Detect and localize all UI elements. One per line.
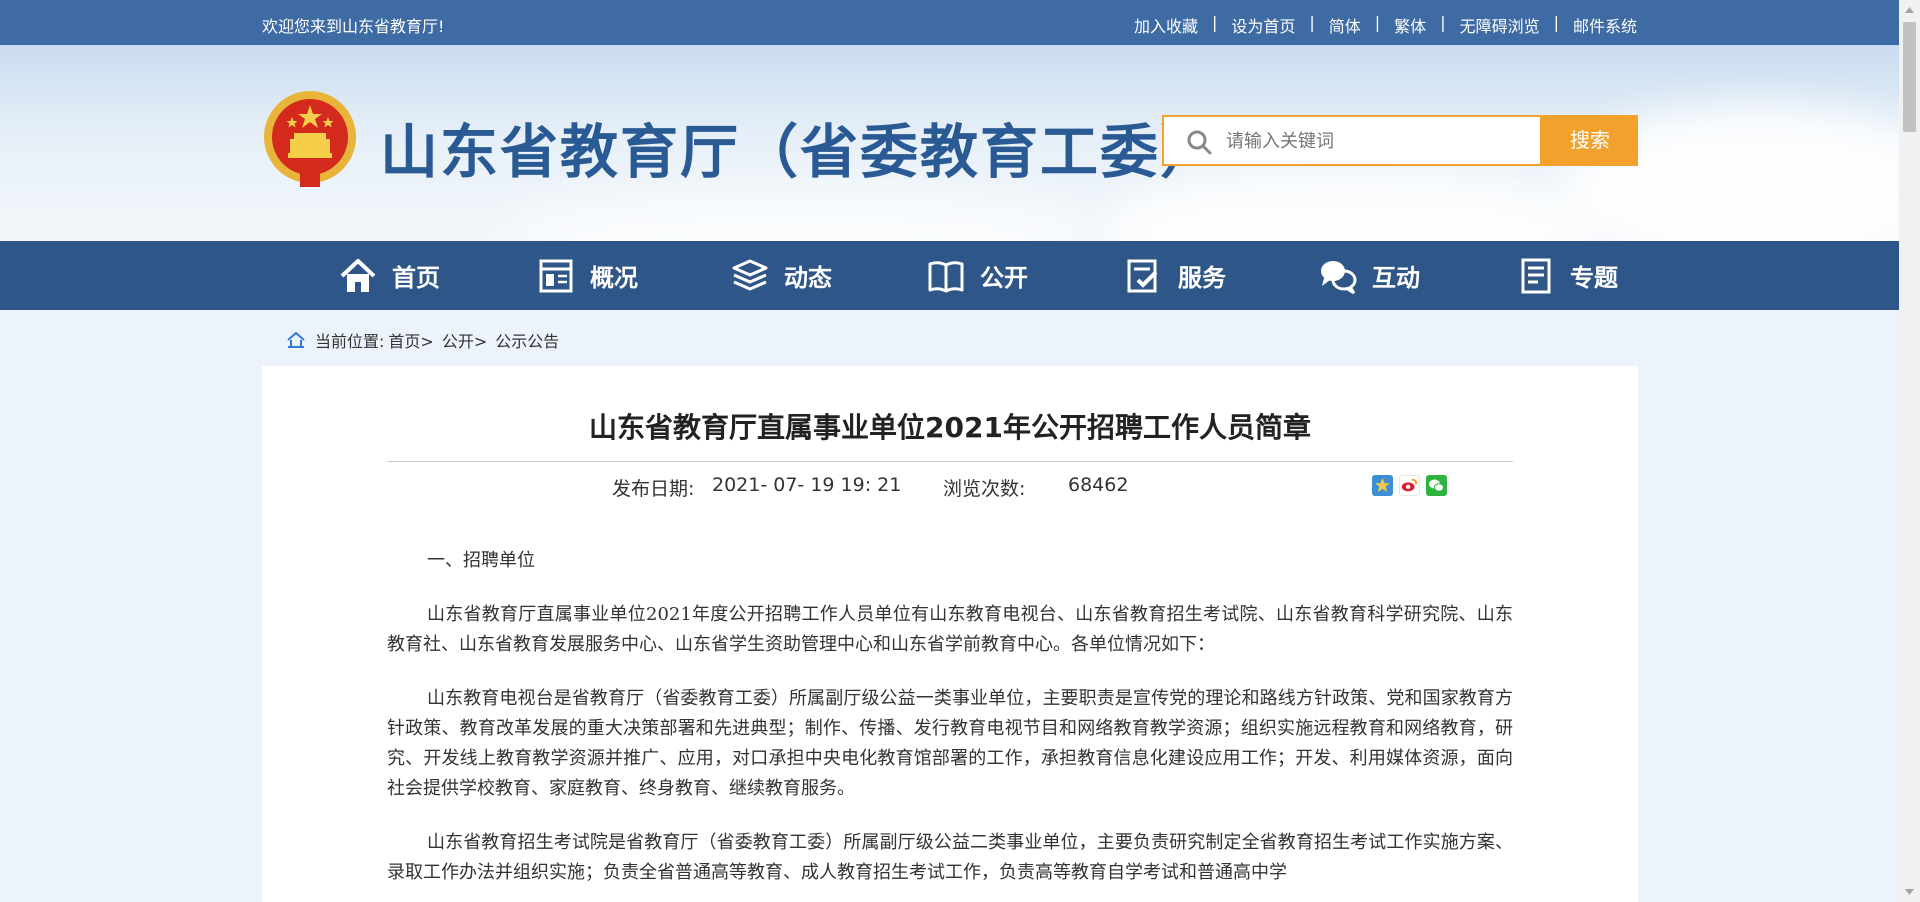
set-homepage-link[interactable]: 设为首页 — [1231, 13, 1295, 37]
main-nav: 首页 概况 动态 公开 服务 互动 专题 — [0, 241, 1899, 310]
service-icon — [1127, 259, 1158, 292]
nav-public[interactable]: 公开 — [926, 241, 1028, 310]
traditional-chinese-link[interactable]: 繁体 — [1394, 13, 1426, 37]
nav-topic[interactable]: 专题 — [1516, 241, 1618, 310]
breadcrumb-public[interactable]: 公开> — [442, 328, 487, 352]
article-paragraph: 山东教育电视台是省教育厅（省委教育工委）所属副厅级公益一类事业单位，主要职责是宣… — [387, 688, 1513, 799]
nav-label: 互动 — [1372, 264, 1420, 292]
nav-service[interactable]: 服务 — [1124, 241, 1226, 310]
mail-system-link[interactable]: 邮件系统 — [1573, 13, 1637, 37]
nav-label: 概况 — [590, 264, 638, 292]
nav-label: 服务 — [1178, 264, 1226, 292]
scroll-down-icon[interactable] — [1899, 881, 1920, 902]
chat-icon — [1321, 260, 1357, 294]
publish-date: 2021- 07- 19 19: 21 — [712, 474, 902, 496]
scrollbar-thumb[interactable] — [1903, 22, 1916, 132]
article-paragraph: 山东省教育招生考试院是省教育厅（省委教育工委）所属副厅级公益二类事业单位，主要负… — [387, 832, 1513, 883]
separator: | — [1309, 13, 1315, 32]
top-bar: 欢迎您来到山东省教育厅! 加入收藏 | 设为首页 | 简体 | 繁体 | 无障碍… — [0, 0, 1899, 45]
nav-label: 专题 — [1570, 264, 1618, 292]
scroll-up-icon[interactable] — [1899, 0, 1920, 21]
home-icon — [287, 332, 305, 348]
breadcrumb-home[interactable]: 首页> — [388, 328, 433, 352]
weibo-share-icon[interactable] — [1399, 475, 1420, 496]
qzone-share-icon[interactable] — [1372, 475, 1393, 496]
page-scrollbar[interactable] — [1899, 0, 1920, 902]
welcome-text: 欢迎您来到山东省教育厅! — [262, 17, 445, 36]
book-icon — [928, 260, 964, 292]
article-title: 山东省教育厅直属事业单位2021年公开招聘工作人员简章 — [589, 411, 1311, 444]
publish-date-label: 发布日期: — [612, 478, 695, 500]
site-title: 山东省教育厅（省委教育工委） — [380, 118, 1221, 186]
overview-icon — [539, 259, 573, 292]
nav-label: 首页 — [392, 264, 440, 292]
site-header: 山东省教育厅（省委教育工委） 搜索 — [0, 45, 1899, 241]
accessibility-link[interactable]: 无障碍浏览 — [1460, 13, 1540, 37]
nav-interaction[interactable]: 互动 — [1318, 241, 1420, 310]
topic-icon — [1521, 258, 1551, 293]
wechat-share-icon[interactable] — [1426, 475, 1447, 496]
breadcrumb-prefix: 当前位置: — [315, 332, 385, 351]
nav-label: 动态 — [784, 264, 832, 292]
national-emblem-icon[interactable] — [262, 87, 358, 191]
article-container: 山东省教育厅直属事业单位2021年公开招聘工作人员简章 发布日期: 2021- … — [262, 366, 1638, 902]
simplified-chinese-link[interactable]: 简体 — [1329, 13, 1361, 37]
separator: | — [1440, 13, 1446, 32]
add-favorite-link[interactable]: 加入收藏 — [1134, 13, 1198, 37]
nav-news[interactable]: 动态 — [730, 241, 832, 310]
cloud-decoration — [500, 185, 1100, 241]
views-label: 浏览次数: — [943, 478, 1026, 500]
separator: | — [1374, 13, 1381, 32]
search-input[interactable] — [1226, 125, 1526, 157]
home-icon — [340, 258, 376, 292]
separator: | — [1211, 13, 1218, 32]
nav-home[interactable]: 首页 — [338, 241, 440, 310]
separator: | — [1553, 13, 1559, 32]
news-icon — [732, 259, 768, 290]
views-count: 68462 — [1068, 474, 1129, 496]
nav-label: 公开 — [980, 264, 1028, 292]
search-box — [1162, 115, 1542, 166]
breadcrumb-announcements[interactable]: 公示公告 — [495, 328, 559, 352]
search-icon — [1187, 130, 1212, 155]
article-paragraph: 一、招聘单位 — [427, 550, 535, 571]
share-icons — [1372, 475, 1447, 496]
article-body: 一、招聘单位 山东省教育厅直属事业单位2021年度公开招聘工作人员单位有山东教育… — [387, 546, 1513, 902]
top-links: 加入收藏 | 设为首页 | 简体 | 繁体 | 无障碍浏览 | 邮件系统 — [1134, 13, 1637, 37]
search-button[interactable]: 搜索 — [1542, 115, 1638, 166]
article-paragraph: 山东省教育厅直属事业单位2021年度公开招聘工作人员单位有山东教育电视台、山东省… — [387, 604, 1513, 655]
breadcrumb: 当前位置: 首页> 公开> 公示公告 — [287, 328, 559, 352]
nav-overview[interactable]: 概况 — [536, 241, 638, 310]
divider — [387, 461, 1513, 462]
